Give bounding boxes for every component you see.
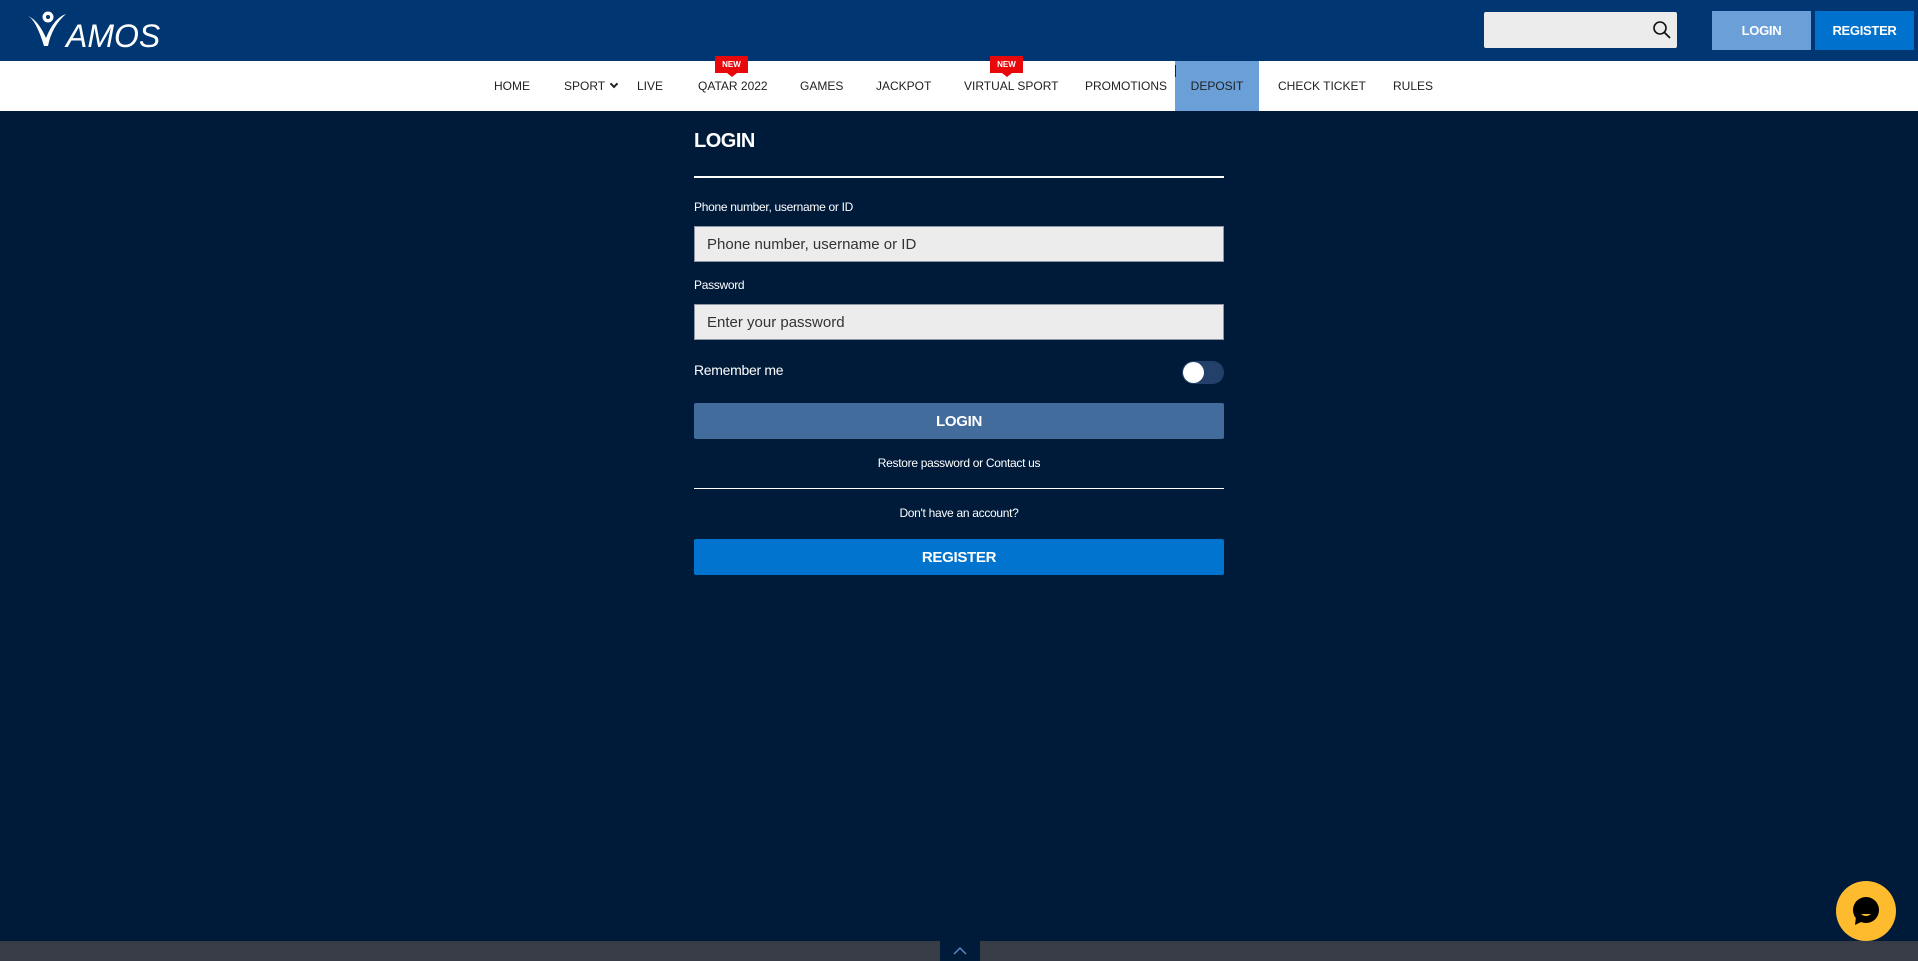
nav-label: QATAR 2022 — [698, 79, 768, 93]
username-input[interactable] — [694, 226, 1224, 262]
nav-item-jackpot[interactable]: JACKPOT — [876, 61, 931, 111]
search-input[interactable] — [1484, 12, 1677, 48]
header-login-button[interactable]: LOGIN — [1712, 11, 1811, 50]
username-label: Phone number, username or ID — [694, 200, 854, 214]
header: AMOS LOGIN REGISTER — [0, 0, 1918, 61]
password-input[interactable] — [694, 304, 1224, 340]
form-divider — [694, 488, 1224, 489]
nav-label: DEPOSIT — [1190, 79, 1244, 93]
nav-item-live[interactable]: LIVE — [637, 61, 663, 111]
remember-me-label: Remember me — [694, 362, 784, 378]
nav-label: PROMOTIONS — [1085, 79, 1168, 93]
remember-me-toggle[interactable] — [1182, 361, 1224, 384]
nav-item-sport[interactable]: SPORT — [564, 61, 619, 111]
new-badge: NEW — [990, 56, 1023, 77]
login-button[interactable]: LOGIN — [694, 403, 1224, 439]
nav-label: JACKPOT — [876, 79, 932, 93]
toggle-knob — [1183, 362, 1204, 383]
nav-item-check-ticket[interactable]: CHECK TICKET — [1278, 61, 1366, 111]
nav-item-qatar-2022[interactable]: NEW QATAR 2022 — [698, 56, 768, 111]
nav-label: VIRTUAL SPORT — [964, 79, 1059, 93]
or-text: or — [969, 456, 986, 470]
new-badge: NEW — [715, 56, 748, 77]
nav-divider — [1175, 65, 1176, 77]
restore-text: Restore password or Contact us — [694, 456, 1224, 470]
scroll-top-button[interactable] — [940, 941, 980, 961]
logo-text: AMOS — [66, 18, 161, 54]
title-divider — [694, 176, 1224, 178]
nav-item-games[interactable]: GAMES — [800, 61, 843, 111]
nav-label: LIVE — [637, 79, 664, 93]
nav-label: RULES — [1393, 79, 1434, 93]
restore-password-link[interactable]: Restore password — [878, 456, 970, 470]
nav-label: SPORT — [564, 79, 606, 93]
main-nav: HOME SPORT LIVE NEW QATAR 2022 GAMES JAC… — [0, 56, 1918, 111]
header-register-button[interactable]: REGISTER — [1815, 11, 1914, 50]
no-account-text: Don't have an account? — [899, 506, 1019, 520]
nav-label: GAMES — [800, 79, 844, 93]
password-label: Password — [694, 278, 745, 292]
nav-item-virtual-sport[interactable]: NEW VIRTUAL SPORT — [964, 56, 1059, 111]
contact-us-link[interactable]: Contact us — [986, 456, 1041, 470]
chevron-down-icon — [609, 79, 619, 89]
chat-bubble-icon — [1853, 897, 1879, 925]
footer-bar — [0, 941, 1918, 961]
chat-button[interactable] — [1836, 881, 1896, 941]
nav-item-promotions[interactable]: PROMOTIONS — [1085, 61, 1167, 111]
form-title: LOGIN — [694, 130, 755, 152]
logo[interactable]: AMOS — [26, 6, 160, 54]
nav-item-rules[interactable]: RULES — [1393, 61, 1433, 111]
register-button[interactable]: REGISTER — [694, 539, 1224, 575]
nav-label: CHECK TICKET — [1278, 79, 1366, 93]
chevron-up-icon — [953, 946, 967, 955]
nav-item-deposit[interactable]: DEPOSIT — [1175, 61, 1259, 111]
nav-item-home[interactable]: HOME — [494, 61, 530, 111]
search-icon[interactable] — [1652, 20, 1672, 40]
nav-label: HOME — [494, 79, 530, 93]
